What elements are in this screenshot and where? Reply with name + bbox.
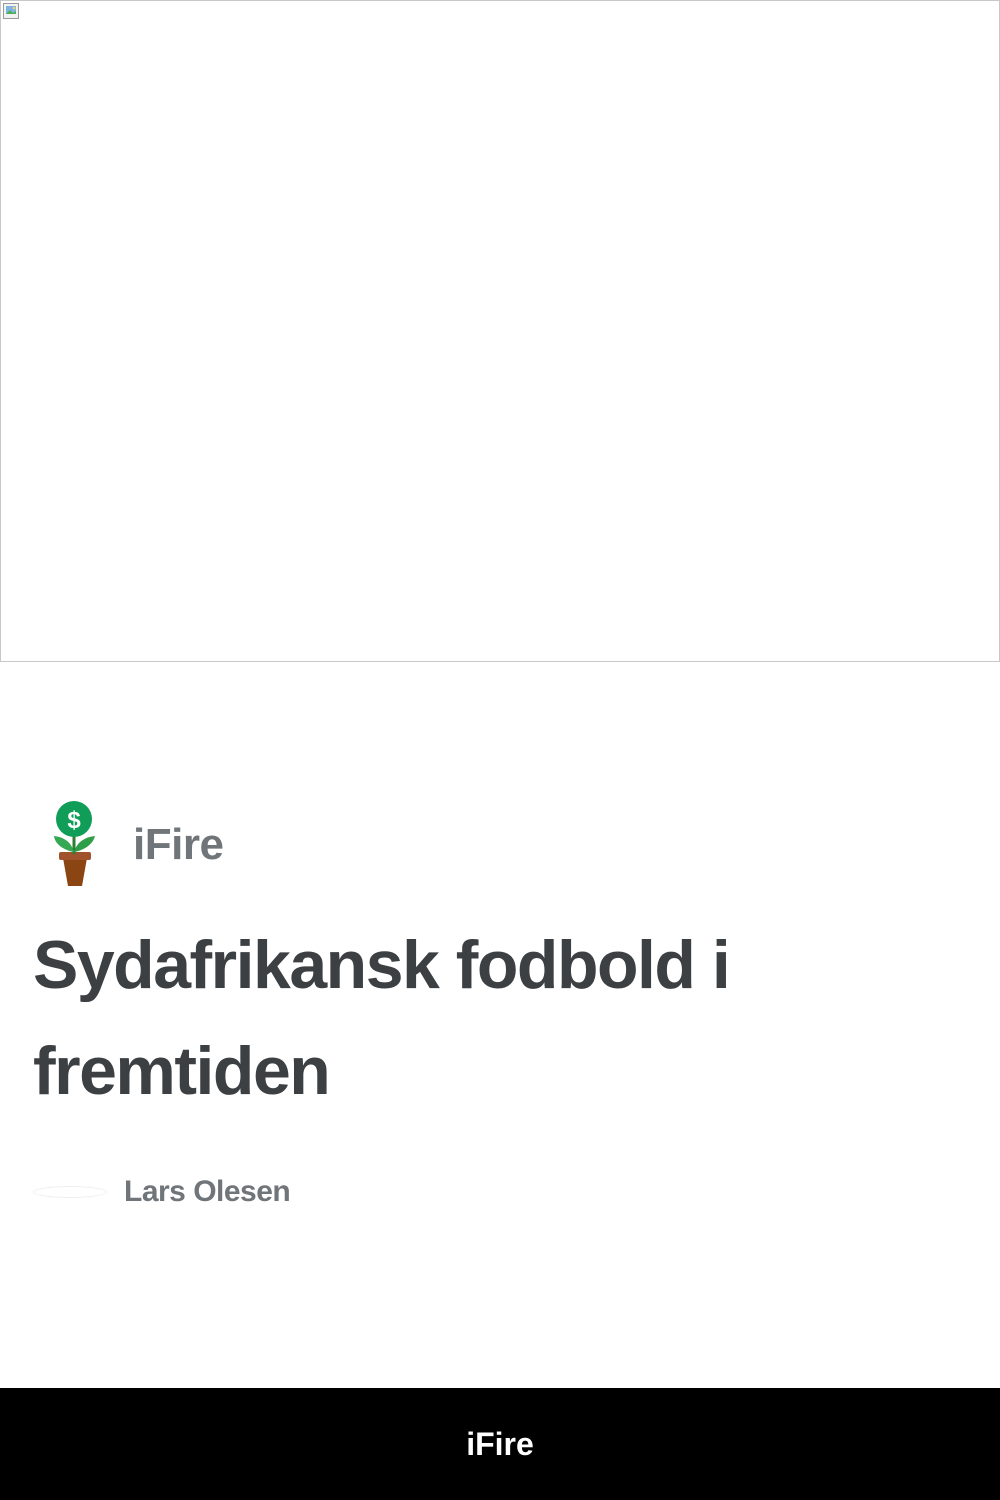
- article-title: Sydafrikansk fodbold i fremtiden: [33, 927, 731, 1109]
- footer-bar[interactable]: iFire: [0, 1388, 1000, 1500]
- byline: Lars Olesen: [33, 1172, 291, 1212]
- footer-publisher-name: iFire: [466, 1425, 534, 1462]
- broken-image-icon: [3, 3, 19, 19]
- hero-image: [0, 0, 1000, 662]
- story-page: $ iFire Sydafrikansk fodbold i fremtiden…: [0, 0, 1000, 1500]
- money-plant-icon: $: [54, 801, 95, 886]
- author-name: Lars Olesen: [124, 1175, 291, 1208]
- publisher-name: iFire: [133, 820, 224, 869]
- publisher-header[interactable]: $ iFire: [33, 800, 224, 890]
- author-avatar: [33, 1186, 107, 1198]
- svg-text:$: $: [67, 807, 81, 834]
